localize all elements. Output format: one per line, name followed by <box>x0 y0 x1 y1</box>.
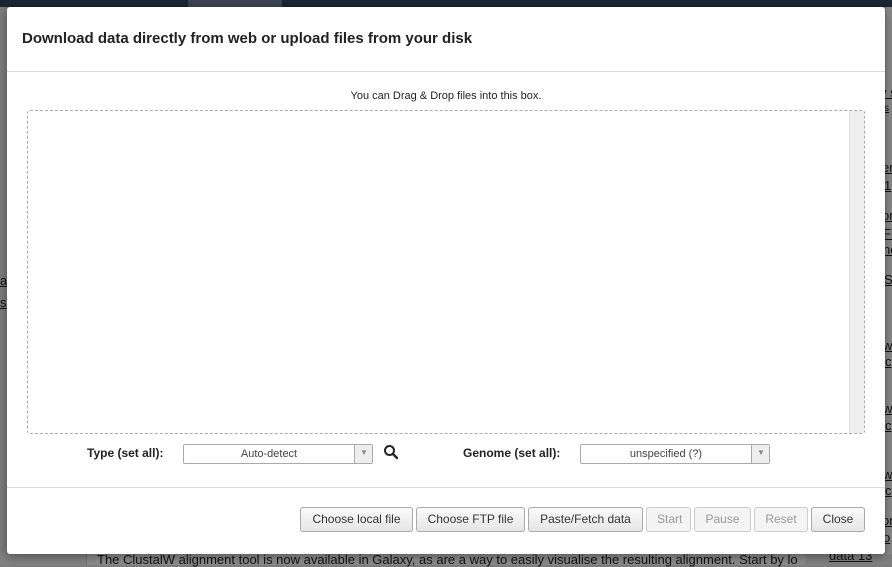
drag-drop-hint: You can Drag & Drop files into this box. <box>350 90 542 102</box>
background-fragment: c <box>885 354 892 369</box>
close-button[interactable]: Close <box>811 507 865 532</box>
background-fragment: s <box>0 295 7 310</box>
background-masthead <box>0 0 892 7</box>
start-button[interactable]: Start <box>646 507 691 532</box>
background-fragment: c <box>885 418 892 433</box>
background-fragment: S <box>884 272 892 287</box>
dialog-title: Download data directly from web or uploa… <box>22 30 473 47</box>
pause-button[interactable]: Pause <box>694 507 751 532</box>
dialog-footer: Choose local file Choose FTP file Paste/… <box>7 487 885 555</box>
genome-label: Genome (set all): <box>463 446 561 460</box>
upload-dialog: Download data directly from web or uploa… <box>7 7 885 554</box>
genome-select[interactable]: unspecified (?) ▼ <box>580 444 770 464</box>
chevron-down-icon: ▼ <box>751 445 769 463</box>
background-fragment: c <box>885 483 892 498</box>
background-active-tab <box>188 0 282 7</box>
type-select[interactable]: Auto-detect ▼ <box>183 444 373 464</box>
chevron-down-icon: ▼ <box>354 445 372 463</box>
drop-zone[interactable] <box>27 110 865 434</box>
choose-ftp-file-button[interactable]: Choose FTP file <box>416 507 525 532</box>
drop-zone-scrollbar[interactable] <box>849 111 864 433</box>
choose-local-file-button[interactable]: Choose local file <box>300 507 413 532</box>
search-icon[interactable] <box>383 444 399 460</box>
upload-settings-row: Type (set all): Auto-detect ▼ Genome (se… <box>7 444 885 468</box>
reset-button[interactable]: Reset <box>754 507 808 532</box>
paste-fetch-data-button[interactable]: Paste/Fetch data <box>528 507 643 532</box>
type-select-value: Auto-detect <box>240 448 298 460</box>
dialog-header: Download data directly from web or uploa… <box>7 7 885 72</box>
background-fragment: 1 <box>884 178 892 193</box>
type-label: Type (set all): <box>87 446 164 460</box>
genome-select-value: unspecified (?) <box>629 448 703 460</box>
